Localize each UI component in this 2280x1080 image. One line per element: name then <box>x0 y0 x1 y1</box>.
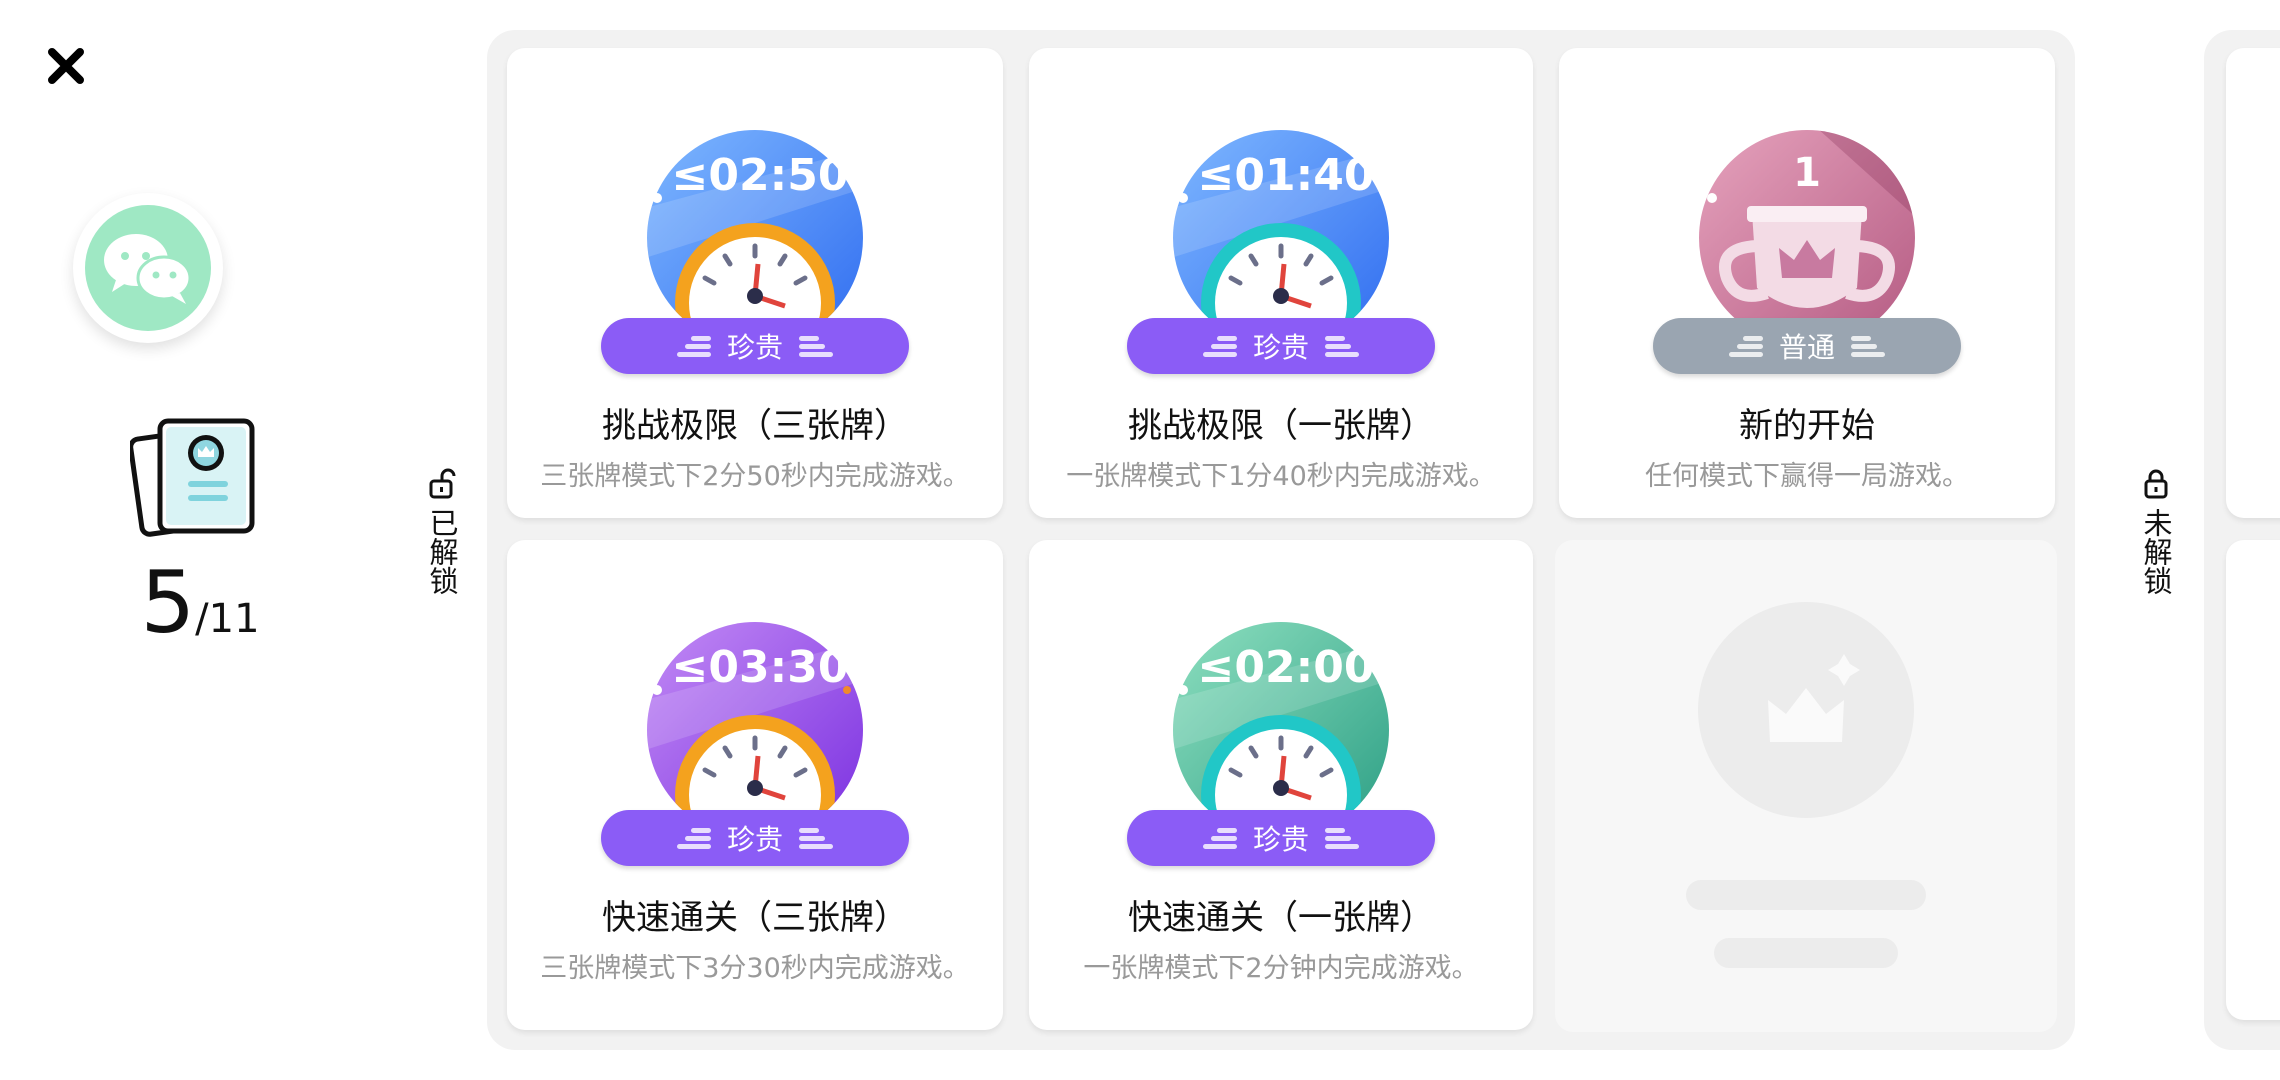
locked-achievements-panel <box>2204 30 2280 1050</box>
card-title: 快速通关（三张牌） <box>602 898 908 938</box>
achievement-count: 5/11 <box>100 560 300 646</box>
close-icon <box>48 48 84 84</box>
trophy-icon: 1 <box>1699 130 1915 346</box>
card-timer: ≤02:50 <box>672 150 849 201</box>
clock-icon: ≤01:40 <box>1173 130 1389 346</box>
count-current: 5 <box>140 553 196 653</box>
rarity-ribbon: 珍贵 <box>1127 810 1435 866</box>
rarity-label: 珍贵 <box>726 823 783 856</box>
clock-icon: ≤03:30 <box>647 622 863 838</box>
locked-lock-icon <box>2144 469 2168 499</box>
rarity-ribbon: 普通 <box>1653 318 1961 374</box>
card-timer: ≤01:40 <box>1198 150 1375 201</box>
unlocked-label-text: 已解锁 <box>425 508 459 595</box>
rarity-ribbon: 珍贵 <box>601 318 909 374</box>
card-timer: ≤02:00 <box>1198 642 1375 693</box>
locked-section-label: 未解锁 <box>2136 468 2176 595</box>
rarity-ribbon: 珍贵 <box>1127 318 1435 374</box>
crown-icon <box>1768 654 1860 742</box>
rarity-ribbon: 珍贵 <box>601 810 909 866</box>
rarity-label: 珍贵 <box>1252 823 1309 856</box>
clock-icon: ≤02:00 <box>1173 622 1389 838</box>
card-description: 一张牌模式下1分40秒内完成游戏。 <box>1066 461 1496 492</box>
wechat-avatar[interactable] <box>73 193 223 343</box>
unlocked-lock-icon <box>429 468 456 499</box>
card-timer: ≤03:30 <box>672 642 849 693</box>
achievement-card[interactable]: ≤02:50 珍贵 挑战极限（三张牌） 三张牌模式下2分50秒内完成游戏。 <box>507 48 1003 518</box>
placeholder-desc-bar <box>1714 938 1898 968</box>
card-title: 挑战极限（三张牌） <box>602 406 908 446</box>
rarity-label: 珍贵 <box>726 331 783 364</box>
trophy-number: 1 <box>1793 150 1821 196</box>
card-title: 新的开始 <box>1739 406 1875 446</box>
card-title: 挑战极限（一张牌） <box>1128 406 1434 446</box>
card-description: 三张牌模式下3分30秒内完成游戏。 <box>540 953 970 984</box>
locked-achievement-card-peek[interactable] <box>2226 48 2280 518</box>
achievement-card[interactable]: ≤03:30 珍贵 快速通关（三张牌） 三张牌模式下3分30秒内完成游戏。 <box>507 540 1003 1030</box>
rarity-label: 普通 <box>1778 331 1835 364</box>
placeholder-badge <box>1698 602 1914 818</box>
placeholder-achievement-card <box>1555 540 2057 1032</box>
unlocked-section-label: 已解锁 <box>422 468 462 595</box>
rarity-label: 珍贵 <box>1252 331 1309 364</box>
count-total: /11 <box>195 596 260 642</box>
clock-icon: ≤02:50 <box>647 130 863 346</box>
collection-icon <box>130 418 255 537</box>
achievement-card[interactable]: ≤02:00 珍贵 快速通关（一张牌） 一张牌模式下2分钟内完成游戏。 <box>1029 540 1533 1030</box>
placeholder-title-bar <box>1686 880 1926 910</box>
card-title: 快速通关（一张牌） <box>1128 898 1434 938</box>
card-description: 三张牌模式下2分50秒内完成游戏。 <box>540 461 970 492</box>
close-button[interactable] <box>42 42 90 90</box>
card-description: 一张牌模式下2分钟内完成游戏。 <box>1083 953 1479 984</box>
achievement-card[interactable]: ≤01:40 珍贵 挑战极限（一张牌） 一张牌模式下1分40秒内完成游戏。 <box>1029 48 1533 518</box>
locked-achievement-card-peek[interactable] <box>2226 540 2280 1020</box>
achievement-card[interactable]: 1 普通 新的开始 任何模式下赢得一局游戏。 <box>1559 48 2055 518</box>
locked-label-text: 未解锁 <box>2139 508 2173 595</box>
card-description: 任何模式下赢得一局游戏。 <box>1645 461 1969 492</box>
wechat-icon <box>104 234 192 304</box>
